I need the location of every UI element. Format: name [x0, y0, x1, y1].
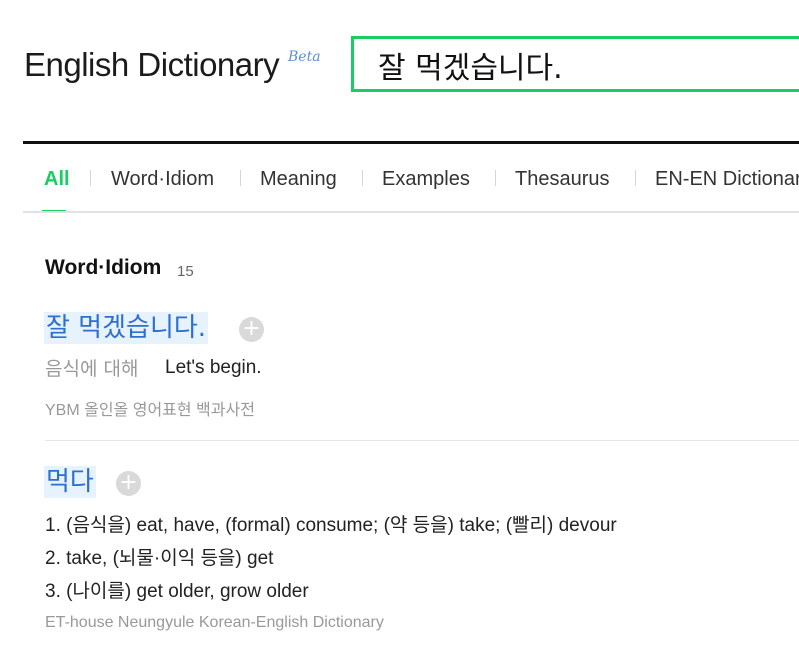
- search-input[interactable]: [378, 45, 798, 85]
- tab-separator: [495, 170, 496, 186]
- entry-divider: [45, 440, 799, 441]
- tab-separator: [240, 170, 241, 186]
- tab-separator: [635, 170, 636, 186]
- tab-meaning[interactable]: Meaning: [260, 168, 337, 191]
- entry-meaning: Let's begin.: [165, 357, 262, 378]
- plus-circle-icon[interactable]: +: [116, 471, 141, 496]
- tab-thesaurus[interactable]: Thesaurus: [515, 168, 610, 191]
- search-box[interactable]: [351, 36, 799, 92]
- beta-label: Beta: [288, 49, 321, 65]
- tab-word-idiom[interactable]: Word·Idiom: [111, 168, 214, 191]
- tab-separator: [90, 170, 91, 186]
- tab-divider: [23, 211, 799, 213]
- tab-examples[interactable]: Examples: [382, 168, 470, 191]
- section-count: 15: [177, 263, 194, 280]
- plus-circle-icon[interactable]: +: [239, 317, 264, 342]
- entry-source[interactable]: YBM 올인올 영어표현 백과사전: [45, 396, 255, 420]
- section-title: Word·Idiom: [45, 256, 162, 279]
- header: English Dictionary Beta: [0, 0, 799, 140]
- entry-meaning-1: 1. (음식을) eat, have, (formal) consume; (약…: [45, 515, 617, 536]
- tab-bar: All Word·Idiom Meaning Examples Thesauru…: [23, 144, 799, 212]
- entry-word[interactable]: 먹다: [44, 466, 96, 498]
- entry-meaning-2: 2. take, (뇌물·이익 등을) get: [45, 548, 274, 569]
- tab-en-en-dictionary[interactable]: EN-EN Dictionary: [655, 168, 799, 191]
- entry-context: 음식에 대해: [45, 358, 139, 380]
- logo[interactable]: English Dictionary: [24, 46, 280, 84]
- entry-meaning-3: 3. (나이를) get older, grow older: [45, 581, 309, 602]
- entry-word[interactable]: 잘 먹겠습니다.: [44, 312, 209, 344]
- tab-separator: [362, 170, 363, 186]
- tab-all[interactable]: All: [44, 168, 70, 191]
- entry-source[interactable]: ET-house Neungyule Korean-English Dictio…: [45, 614, 384, 632]
